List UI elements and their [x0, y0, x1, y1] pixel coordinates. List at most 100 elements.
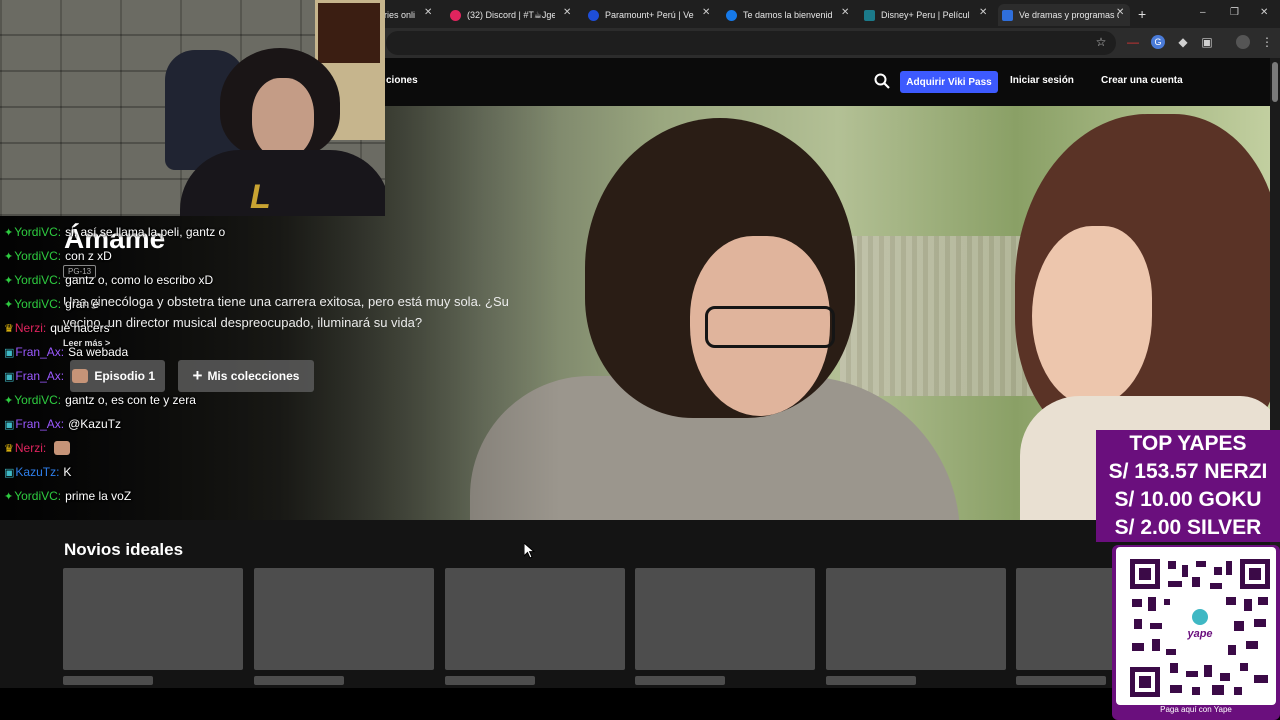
chat-username: KazuTz:: [15, 465, 60, 479]
chat-text: prime la voZ: [65, 489, 132, 503]
chat-text: si, así se llama la peli, gantz o: [65, 225, 226, 239]
chat-badge-icon: ♛: [4, 442, 14, 455]
tab-disneyplus[interactable]: Disney+ Peru | Películas, s: [864, 4, 970, 26]
browser-menu-icon[interactable]: ⋮: [1260, 35, 1274, 49]
screen: ries onli ✕ (32) Discord | #T☕Jgene ✕ Pa…: [0, 0, 1280, 720]
extension-icon[interactable]: —: [1126, 35, 1140, 49]
nav-collections-link[interactable]: ciones: [386, 75, 418, 86]
tab-close-icon[interactable]: ✕: [424, 7, 432, 18]
chat-message: ✦ YordiVC: prime la voZ: [4, 487, 131, 505]
chat-badge-icon: ✦: [4, 298, 14, 311]
discord-favicon-icon: [450, 9, 461, 21]
chat-username: YordiVC:: [14, 225, 62, 239]
collections-label: Mis colecciones: [207, 369, 300, 383]
chat-text: K: [63, 465, 72, 479]
content-row: Novios ideales: [0, 520, 1270, 688]
chat-text: con z xD: [65, 249, 112, 263]
donations-heading: TOP YAPES: [1129, 432, 1247, 455]
chat-username: YordiVC:: [14, 297, 62, 311]
card-title-placeholder: [63, 676, 153, 685]
chat-message: ♛ Nerzi:: [4, 439, 71, 457]
chat-username: Fran_Ax:: [15, 417, 65, 431]
chat-text: Sa webada: [68, 345, 129, 359]
qr-caption: Paga aquí con Yape: [1160, 705, 1232, 714]
tab-disney-welcome[interactable]: Te damos la bienvenida a: [726, 4, 832, 26]
chat-badge-icon: ▣: [4, 466, 15, 479]
card-placeholder[interactable]: [826, 568, 1006, 670]
card-placeholder[interactable]: [445, 568, 625, 670]
play-episode-label: Episodio 1: [94, 369, 155, 383]
chat-username: YordiVC:: [14, 273, 62, 287]
maximize-icon[interactable]: ❐: [1230, 7, 1239, 18]
tab-viki[interactable]: Ve dramas y programas d: [998, 4, 1130, 26]
yape-qr-panel: yape Paga aquí con Yape: [1112, 545, 1280, 720]
tab-close-icon[interactable]: ✕: [1116, 7, 1124, 18]
chat-emote-icon: [54, 441, 71, 455]
qr-code-icon: yape: [1130, 559, 1270, 697]
tab-close-icon[interactable]: ✕: [702, 7, 710, 18]
tab-close-icon[interactable]: ✕: [979, 7, 987, 18]
card-placeholder[interactable]: [635, 568, 815, 670]
streamer-shirt: [180, 150, 385, 216]
donation-entry: S/ 153.57 NERZI: [1108, 460, 1268, 483]
qr-background: yape: [1116, 547, 1276, 705]
chat-badge-icon: ✦: [4, 274, 14, 287]
yape-logo-text: yape: [1186, 628, 1212, 640]
minimize-icon[interactable]: –: [1200, 7, 1206, 18]
card-title-placeholder: [1016, 676, 1106, 685]
tab-close-icon[interactable]: ✕: [563, 7, 571, 18]
add-to-collections-button[interactable]: + Mis colecciones: [178, 360, 314, 392]
chat-badge-icon: ▣: [4, 418, 15, 431]
chat-text: gantz o, es con te y zera: [65, 393, 196, 407]
chat-text: gran e: [65, 297, 100, 311]
donation-entry: S/ 10.00 GOKU: [1114, 488, 1262, 511]
chat-badge-icon: ✦: [4, 394, 14, 407]
signup-link[interactable]: Crear una cuenta: [1101, 75, 1183, 86]
tab-close-icon[interactable]: ✕: [841, 7, 849, 18]
paramount-favicon-icon: [588, 9, 599, 21]
chat-text: @KazuTz: [68, 417, 121, 431]
card-placeholder[interactable]: [254, 568, 434, 670]
bookmark-star-icon[interactable]: ☆: [1094, 35, 1108, 49]
tab-discord[interactable]: (32) Discord | #T☕Jgene: [450, 4, 555, 26]
card-title-placeholder: [635, 676, 725, 685]
chat-message: ✦ YordiVC: gantz o, es con te y zera: [4, 391, 196, 409]
chat-message: ▣ Fran_Ax:: [4, 367, 89, 385]
chat-username: Fran_Ax:: [15, 369, 65, 383]
scrollbar-thumb[interactable]: [1272, 62, 1278, 102]
search-icon[interactable]: [874, 73, 890, 89]
new-tab-button[interactable]: +: [1138, 6, 1146, 22]
translate-extension-icon[interactable]: G: [1151, 35, 1165, 49]
chat-message: ▣ KazuTz: K: [4, 463, 71, 481]
tab-series-online[interactable]: ries onli: [384, 4, 424, 26]
plus-icon: +: [192, 366, 203, 385]
window-close-icon[interactable]: ✕: [1260, 7, 1268, 18]
tab-paramount[interactable]: Paramount+ Perú | Ver pe: [588, 4, 694, 26]
mouse-cursor-icon: [524, 543, 536, 559]
login-link[interactable]: Iniciar sesión: [1010, 75, 1074, 86]
chat-username: YordiVC:: [14, 393, 62, 407]
address-bar[interactable]: [386, 31, 1116, 55]
card-placeholder[interactable]: [63, 568, 243, 670]
chat-badge-icon: ✦: [4, 490, 14, 503]
chat-username: Nerzi:: [14, 441, 47, 455]
profile-avatar-icon[interactable]: [1236, 35, 1250, 49]
row-title: Novios ideales: [64, 540, 184, 559]
card-title-placeholder: [254, 676, 344, 685]
card-title-placeholder: [445, 676, 535, 685]
chat-username: Nerzi:: [14, 321, 47, 335]
extensions-puzzle-icon[interactable]: ▣: [1200, 35, 1214, 49]
bottom-strip: [0, 688, 1280, 720]
top-donations-panel: TOP YAPES S/ 153.57 NERZI S/ 10.00 GOKU …: [1096, 430, 1280, 542]
jersey-logo: L: [250, 178, 271, 216]
chat-message: ✦ YordiVC: con z xD: [4, 247, 112, 265]
webcam-overlay: L: [0, 0, 385, 216]
chat-badge-icon: ▣: [4, 370, 15, 383]
viki-pass-button[interactable]: Adquirir Viki Pass: [900, 71, 998, 93]
chat-message: ✦ YordiVC: gran e: [4, 295, 99, 313]
extension-diamond-icon[interactable]: ◆: [1176, 35, 1190, 49]
show-synopsis: Una ginecóloga y obstetra tiene una carr…: [63, 294, 509, 330]
disney-favicon-icon: [726, 9, 737, 21]
hero-image-woman-face: [1032, 226, 1152, 406]
chat-badge-icon: ✦: [4, 226, 14, 239]
